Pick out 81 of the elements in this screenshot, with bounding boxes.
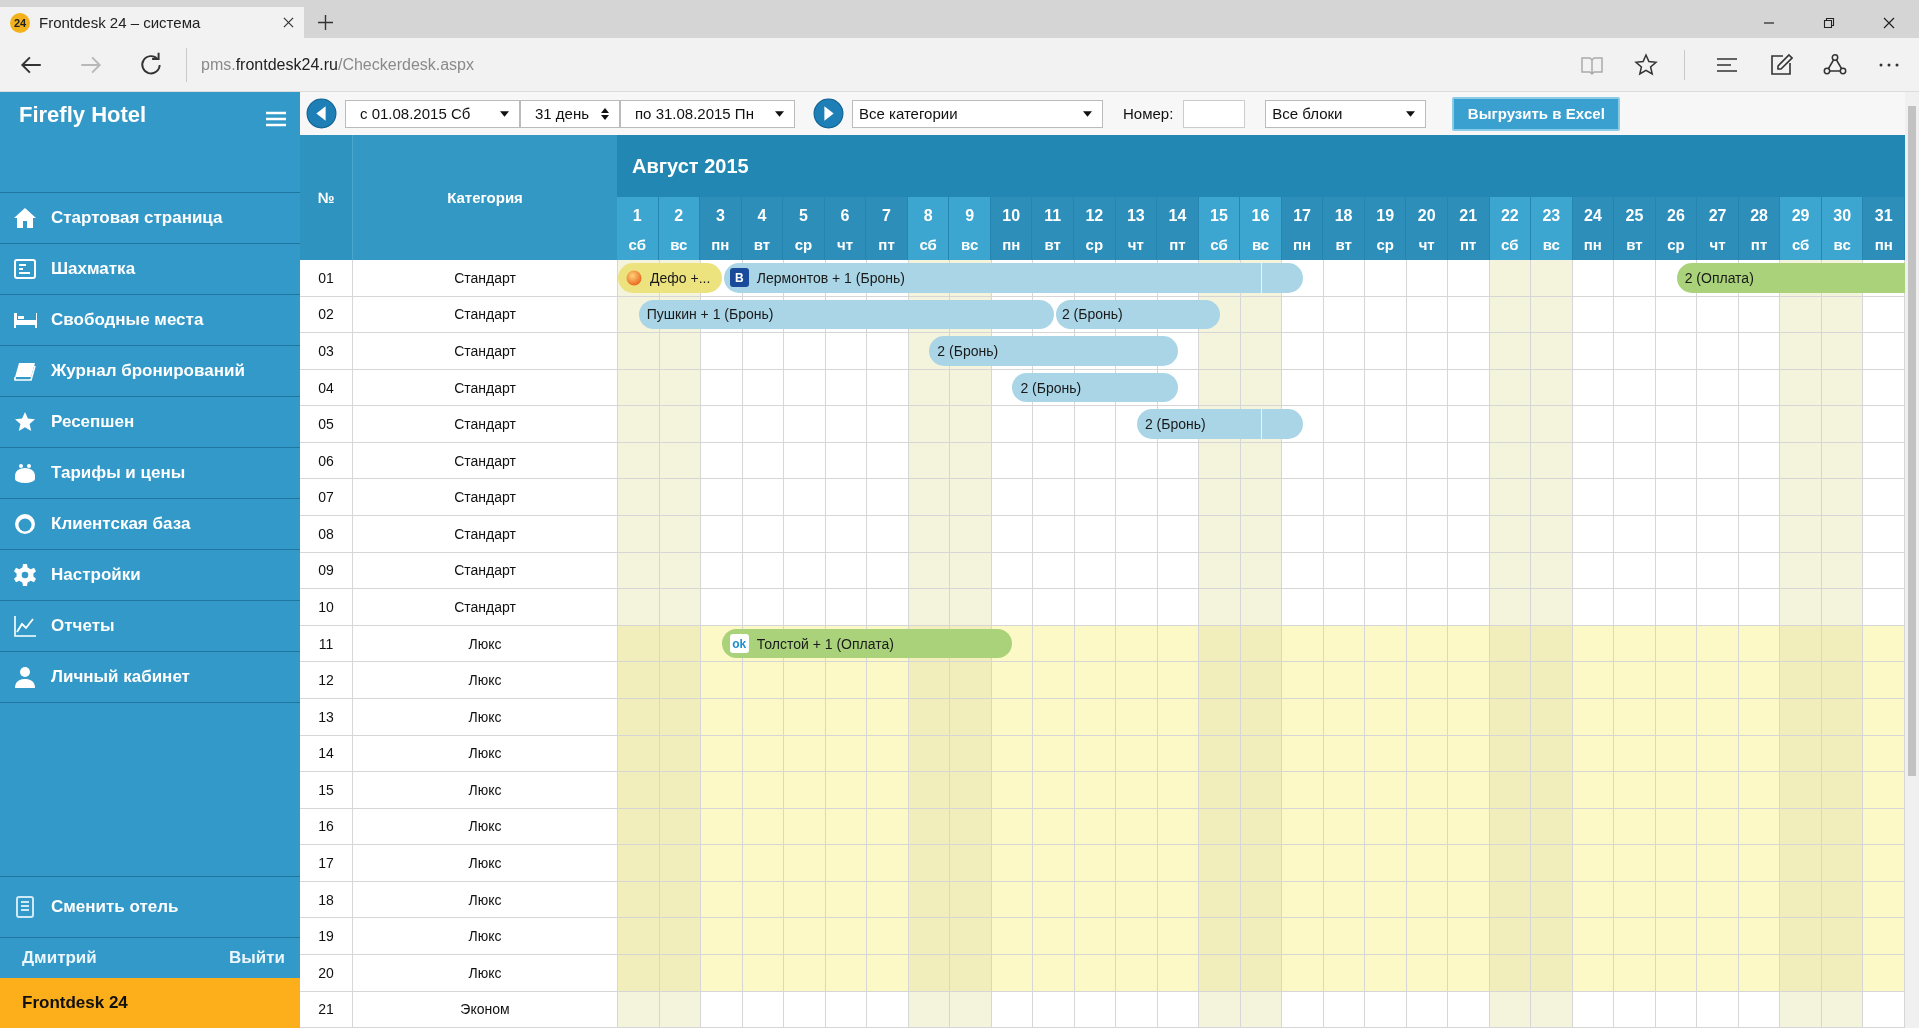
day-header: 5 ср [783, 197, 825, 260]
day-header: 8 сб [907, 197, 950, 260]
day-header: 11 вт [1032, 197, 1075, 260]
day-header: 2 вс [658, 197, 701, 260]
menu-icon[interactable] [266, 111, 286, 127]
share-icon[interactable] [1823, 52, 1847, 77]
home-icon [13, 206, 37, 230]
next-period-icon[interactable] [813, 98, 844, 129]
day-header: 30 вс [1821, 197, 1864, 260]
day-header: 23 вс [1531, 197, 1573, 260]
start-date-select[interactable]: с 01.08.2015 Сб [345, 99, 520, 128]
new-tab-icon[interactable] [318, 15, 333, 30]
star-icon [13, 410, 37, 434]
day-header: 22 сб [1489, 197, 1532, 260]
gear-icon [13, 563, 37, 587]
scrollbar[interactable] [1905, 92, 1919, 1028]
day-header: 26 ср [1655, 197, 1698, 260]
column-header: № [300, 135, 353, 260]
spinner-arrows-icon [601, 107, 609, 120]
restore-icon[interactable] [1823, 16, 1835, 29]
column-header: Категория [353, 135, 617, 260]
day-header: 1 сб [617, 197, 659, 260]
caret-icon [775, 110, 784, 117]
tab-title: Frontdesk 24 – система [39, 14, 202, 31]
close-window-icon[interactable] [1883, 16, 1895, 29]
day-header: 7 пт [866, 197, 908, 260]
day-header: 31 пн [1863, 197, 1905, 260]
day-header: 18 вт [1323, 197, 1365, 260]
product-footer[interactable]: Frontdesk 24 [0, 978, 300, 1028]
ball-icon [626, 269, 642, 286]
booking-label[interactable]: Пушкин + 1 (Бронь) [646, 306, 774, 323]
caret-icon [1083, 110, 1092, 117]
day-header: 17 пн [1281, 197, 1324, 260]
day-header: 16 вс [1240, 197, 1282, 260]
duration-spinner[interactable]: 31 день [520, 99, 620, 128]
day-header: 24 пн [1572, 197, 1615, 260]
document-icon [13, 895, 37, 919]
booking-label[interactable]: 2 (Бронь) [1144, 416, 1206, 433]
previous-period-icon[interactable] [306, 98, 337, 129]
hotel-name: Firefly Hotel [19, 102, 147, 128]
day-header: 14 пт [1157, 197, 1199, 260]
booking-label[interactable]: 2 (Бронь) [1020, 379, 1082, 396]
day-header: 3 пн [700, 197, 742, 260]
booking-label[interactable]: 2 (Бронь) [1061, 306, 1123, 323]
day-header: 28 пт [1738, 197, 1781, 260]
day-header: 13 чт [1115, 197, 1158, 260]
day-header: 29 сб [1780, 197, 1822, 260]
purse-icon [13, 461, 37, 485]
day-header: 12 ср [1074, 197, 1116, 260]
star-icon[interactable] [1634, 52, 1658, 77]
day-header: 27 чт [1697, 197, 1739, 260]
month-header: Август 2015 [617, 135, 1905, 197]
end-date-select[interactable]: по 31.08.2015 Пн [620, 99, 795, 128]
room-label: Номер: [1123, 105, 1174, 122]
booking-label[interactable]: 2 (Бронь) [937, 342, 999, 359]
booking-label[interactable]: Толстой + 1 (Оплата) [756, 635, 894, 652]
chart-icon [13, 614, 37, 638]
day-header: 10 пн [990, 197, 1033, 260]
category-select[interactable]: Все категории [852, 99, 1103, 128]
blocks-select[interactable]: Все блоки [1265, 99, 1427, 128]
day-header: 6 чт [824, 197, 867, 260]
booking-label[interactable]: Лермонтов + 1 (Бронь) [756, 269, 905, 286]
day-header: 25 вт [1614, 197, 1656, 260]
favicon: 24 [10, 12, 30, 33]
day-header: 4 вт [741, 197, 784, 260]
person-icon [13, 665, 37, 689]
note-icon[interactable] [1769, 52, 1793, 77]
day-header: 15 сб [1198, 197, 1241, 260]
caret-icon [500, 110, 509, 117]
booking-label[interactable]: 2 (Оплата) [1684, 269, 1754, 286]
list-icon [13, 257, 37, 281]
booking-label[interactable]: Дефо +... [650, 269, 711, 286]
browser-tab[interactable]: 24 Frontdesk 24 – система [0, 7, 304, 38]
day-header: 9 вс [949, 197, 991, 260]
day-header: 19 ср [1364, 197, 1407, 260]
day-header: 20 чт [1406, 197, 1448, 260]
avatar-icon [13, 512, 37, 536]
day-header: 21 пт [1447, 197, 1490, 260]
room-input[interactable] [1183, 99, 1246, 128]
caret-icon [1406, 110, 1416, 117]
close-tab-icon[interactable] [283, 17, 294, 28]
